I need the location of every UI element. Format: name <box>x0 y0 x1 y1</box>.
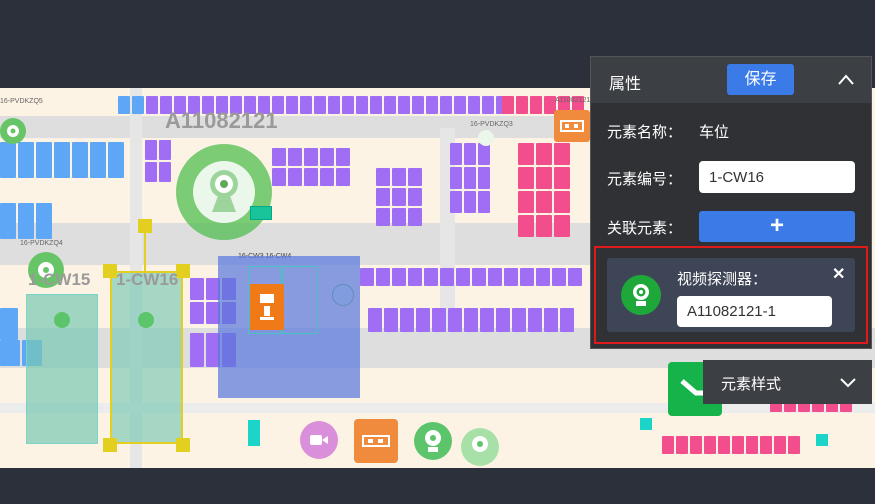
parking-block <box>360 268 582 286</box>
related-element-label: 关联元素： <box>607 220 683 237</box>
camera-icon[interactable] <box>0 118 26 144</box>
parking-block <box>0 203 52 239</box>
parking-block <box>272 148 350 186</box>
element-code-input[interactable] <box>699 161 855 193</box>
add-related-button[interactable]: + <box>699 211 855 242</box>
parking-label-cw15: 1-CW15 <box>28 270 91 289</box>
small-marker <box>816 434 828 446</box>
camera-icon[interactable] <box>461 428 499 466</box>
resize-handle[interactable] <box>103 264 117 278</box>
panel-header: 属性 保存 <box>591 57 871 103</box>
related-card: 视频探测器： ✕ <box>607 258 855 332</box>
parking-space-cw16-selected[interactable] <box>110 271 183 444</box>
camera-icon[interactable] <box>54 312 70 328</box>
camera-icon[interactable] <box>300 421 338 459</box>
rotate-handle-line <box>144 233 146 271</box>
camera-icon[interactable] <box>138 312 154 328</box>
camera-icon[interactable] <box>414 422 452 460</box>
chevron-up-icon[interactable] <box>837 71 855 89</box>
element-name-label: 元素名称： <box>607 124 683 141</box>
parking-block <box>368 308 574 332</box>
parking-space-cw4[interactable] <box>283 266 317 334</box>
camera-label: A11082121 <box>165 108 278 133</box>
parking-block <box>145 140 171 182</box>
panel-title: 属性 <box>609 76 642 93</box>
camera-icon[interactable] <box>478 130 494 146</box>
save-button[interactable]: 保存 <box>727 64 794 95</box>
element-name-value: 车位 <box>699 124 730 141</box>
map-tiny-label: 16-PVDKZQ3 <box>470 121 513 128</box>
charging-station-icon[interactable] <box>250 284 284 330</box>
element-style-label: 元素样式 <box>721 376 782 393</box>
small-marker <box>250 206 272 220</box>
parking-label-cw16: 1-CW16 <box>116 270 179 289</box>
detector-type-label: 视频探测器： <box>677 271 768 288</box>
entrance-device-icon[interactable] <box>354 419 398 463</box>
camera-coverage <box>176 144 272 240</box>
parking-block <box>450 143 490 213</box>
element-style-section[interactable]: 元素样式 <box>703 360 872 404</box>
camera-icon <box>621 275 661 315</box>
chevron-down-icon[interactable] <box>839 373 857 391</box>
property-panel: 属性 保存 元素名称： 车位 元素编号： 关联元素： + 视频探测器： ✕ <box>590 56 872 349</box>
camera-icon[interactable] <box>193 161 255 223</box>
parking-block <box>662 436 800 454</box>
resize-handle[interactable] <box>103 438 117 452</box>
small-marker <box>248 420 260 446</box>
resize-handle[interactable] <box>176 438 190 452</box>
resize-handle[interactable] <box>138 219 152 233</box>
parking-block <box>518 143 570 237</box>
map-tiny-label: 16-PVDKZQ5 <box>0 98 43 105</box>
small-marker <box>640 418 652 430</box>
detector-value-input[interactable] <box>677 296 832 327</box>
parking-block <box>0 142 124 178</box>
parking-block <box>376 168 422 226</box>
related-card-highlight: 视频探测器： ✕ <box>594 246 868 344</box>
entrance-device-icon[interactable] <box>554 110 590 142</box>
parking-block <box>0 308 18 340</box>
map-tiny-label: 16-PVDKZQ4 <box>20 240 63 247</box>
map-tiny-label: A11082121 <box>555 97 591 104</box>
element-code-label: 元素编号： <box>607 171 683 188</box>
remove-related-button[interactable]: ✕ <box>832 264 845 284</box>
